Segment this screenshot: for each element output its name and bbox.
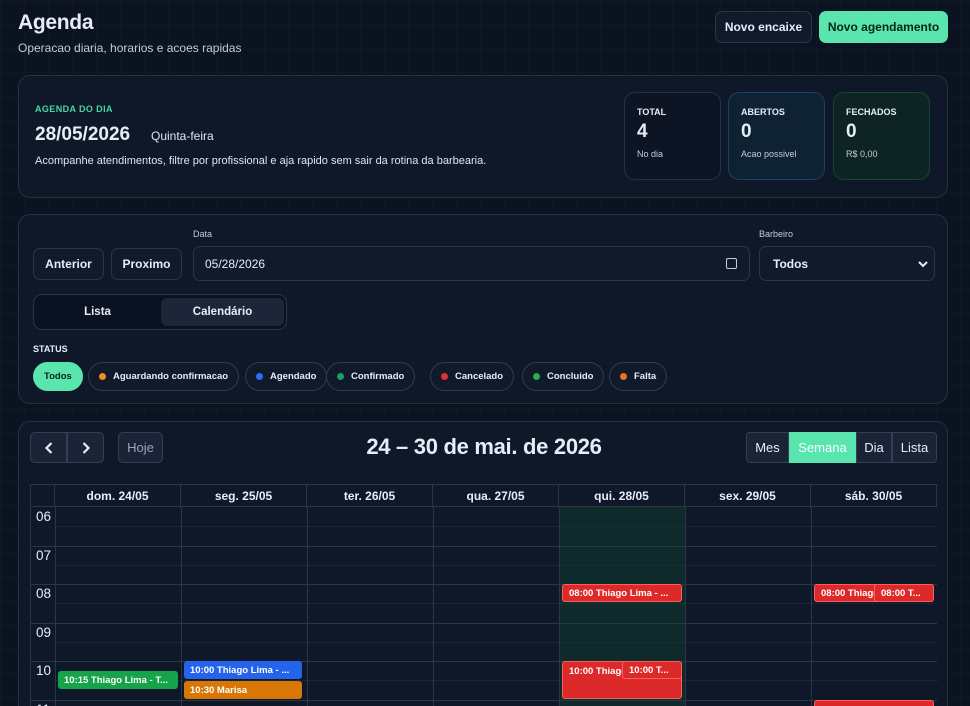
day-date: 28/05/2026 xyxy=(35,124,131,145)
stat-closed: FECHADOS 0 R$ 0,00 xyxy=(833,92,930,180)
week-grid: dom. 24/05 seg. 25/05 ter. 26/05 qua. 27/05… xyxy=(30,484,938,706)
view-semana-button[interactable]: Semana xyxy=(789,432,856,463)
status-dot xyxy=(533,373,540,380)
hour-label: 10 xyxy=(36,663,52,678)
calendar-view-switch: Mes Semana Dia Lista xyxy=(746,432,937,463)
hour-label: 06 xyxy=(36,509,52,524)
day-column-line xyxy=(685,507,686,706)
calendar-event[interactable]: 10:00 T... xyxy=(622,661,682,679)
view-list-tab[interactable]: Lista xyxy=(37,298,158,326)
view-lista-button[interactable]: Lista xyxy=(892,432,937,463)
half-hour-line xyxy=(55,641,937,643)
hour-line xyxy=(31,622,937,624)
day-eyebrow: AGENDA DO DIA xyxy=(35,104,113,114)
calendar-event[interactable]: 10:00 Thiago Lima - ... xyxy=(184,661,302,679)
barber-label: Barbeiro xyxy=(759,229,794,239)
status-dot xyxy=(256,373,263,380)
view-toggle: Lista Calendário xyxy=(33,294,287,330)
calendar-card: Hoje 24 – 30 de mai. de 2026 Mes Semana Di… xyxy=(18,421,948,706)
day-header[interactable]: dom. 24/05 xyxy=(55,485,181,507)
hour-label: 09 xyxy=(36,624,52,640)
day-column-line xyxy=(559,507,560,706)
status-chip[interactable]: Aguardando confirmacao xyxy=(88,362,240,391)
status-label: STATUS xyxy=(33,344,68,354)
view-dia-button[interactable]: Dia xyxy=(856,432,892,463)
date-input[interactable]: 05/28/2026 xyxy=(193,246,750,281)
filters-card: Anterior Proximo Data 05/28/2026 Barbeir… xyxy=(18,214,948,404)
calendar-event[interactable]: 10:15 Thiago Lima - T... xyxy=(58,671,178,689)
day-weekday: Quinta-feira xyxy=(151,129,214,143)
hour-line xyxy=(31,661,937,662)
status-dot xyxy=(99,373,106,380)
calendar-event[interactable]: 08:00 Thiago Lima - ... xyxy=(562,584,682,602)
page-subtitle: Operacao diaria, horarios e acoes rapida… xyxy=(18,41,242,55)
calendar-icon[interactable] xyxy=(726,258,737,269)
next-day-button[interactable]: Proximo xyxy=(111,248,182,280)
view-mes-button[interactable]: Mes xyxy=(746,432,789,463)
date-label: Data xyxy=(193,229,213,239)
status-dot xyxy=(620,373,627,380)
calendar-event[interactable]: 08:00 T... xyxy=(874,584,934,602)
view-calendar-tab[interactable]: Calendário xyxy=(161,298,284,326)
day-summary-card: AGENDA DO DIA 28/05/2026 Quinta-feira Ac… xyxy=(18,75,948,198)
header-corner xyxy=(31,485,55,507)
day-description: Acompanhe atendimentos, filtre por profi… xyxy=(35,155,487,167)
day-column-line xyxy=(307,507,308,706)
half-hour-line xyxy=(55,526,937,527)
hour-label: 07 xyxy=(36,547,52,563)
hour-line xyxy=(31,545,937,547)
stat-open: ABERTOS 0 Acao possivel xyxy=(728,92,825,180)
day-column-line xyxy=(811,507,812,706)
hour-label: 11 xyxy=(36,702,50,706)
hour-line xyxy=(31,699,937,701)
status-chip[interactable]: Concluido xyxy=(522,362,605,391)
half-hour-line xyxy=(55,603,937,604)
hour-line xyxy=(31,584,937,585)
day-column-line xyxy=(181,507,182,706)
day-column-line xyxy=(55,507,56,706)
calendar-event-partial[interactable] xyxy=(814,700,934,706)
day-header[interactable]: ter. 26/05 xyxy=(307,485,433,507)
calendar-event[interactable]: 10:30 Marisa xyxy=(184,681,302,699)
status-chip[interactable]: Confirmado xyxy=(326,362,416,391)
new-appointment-button[interactable]: Novo agendamento xyxy=(819,11,948,43)
status-chip[interactable]: Falta xyxy=(609,362,668,391)
status-chip[interactable]: Agendado xyxy=(245,362,328,391)
previous-day-button[interactable]: Anterior xyxy=(33,248,104,280)
status-chip[interactable]: Todos xyxy=(33,362,83,391)
barber-select[interactable]: Todos xyxy=(759,246,935,281)
hour-label: 08 xyxy=(36,586,52,601)
day-header[interactable]: qui. 28/05 xyxy=(559,485,685,507)
new-slot-button[interactable]: Novo encaixe xyxy=(715,11,812,43)
status-chip[interactable]: Cancelado xyxy=(430,362,515,391)
stat-total: TOTAL 4 No dia xyxy=(624,92,721,180)
chevron-down-icon xyxy=(918,261,928,268)
day-header[interactable]: seg. 25/05 xyxy=(181,485,307,507)
page-title: Agenda xyxy=(18,11,94,34)
day-header[interactable]: sex. 29/05 xyxy=(685,485,811,507)
status-dot xyxy=(337,373,344,380)
status-dot xyxy=(441,373,448,380)
day-header[interactable]: sáb. 30/05 xyxy=(811,485,937,507)
day-header[interactable]: qua. 27/05 xyxy=(433,485,559,507)
day-column-line xyxy=(433,507,434,706)
half-hour-line xyxy=(55,564,937,566)
